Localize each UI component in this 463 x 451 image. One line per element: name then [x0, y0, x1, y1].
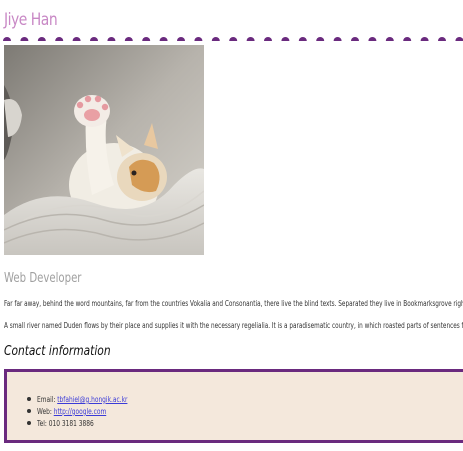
tel-value: 010 3181 3886: [48, 418, 94, 428]
divider-dot: [264, 37, 272, 41]
divider-dot: [90, 37, 98, 41]
tel-label: Tel:: [37, 418, 49, 428]
divider-dot: [420, 37, 429, 41]
divider-dot: [246, 37, 255, 41]
divider-dot: [438, 37, 446, 41]
divider-dot: [368, 37, 377, 41]
divider-dot: [55, 37, 64, 41]
job-title: Web Developer: [4, 271, 82, 286]
divider-dot: [229, 37, 238, 41]
divider-dot: [107, 37, 116, 41]
profile-page: Jiye Han Web Developer Far far away, beh…: [0, 0, 463, 451]
divider-dot: [142, 37, 151, 41]
second-paragraph: A small river named Duden flows by their…: [4, 320, 463, 330]
divider-dot: [124, 37, 133, 41]
email-link[interactable]: tbfahiel@g.hongik.ac.kr: [57, 394, 127, 404]
divider-dot: [403, 37, 412, 41]
divider-dot: [298, 37, 307, 41]
divider-dot: [20, 37, 29, 41]
bullet-icon: [27, 409, 31, 413]
divider-dot: [159, 37, 168, 41]
divider-dot: [281, 37, 290, 41]
contact-box: Email: tbfahiel@g.hongik.ac.kr Web: http…: [4, 369, 463, 443]
divider-dot: [455, 37, 463, 41]
page-title: Jiye Han: [4, 10, 58, 30]
intro-paragraph: Far far away, behind the word mountains,…: [4, 298, 463, 308]
divider-dot: [333, 37, 342, 41]
divider-dot: [3, 37, 11, 41]
web-label: Web:: [37, 406, 54, 416]
dotted-divider: [2, 31, 463, 41]
bullet-icon: [27, 421, 31, 425]
divider-dot: [177, 37, 185, 41]
divider-dot: [194, 37, 203, 41]
divider-dot: [351, 37, 359, 41]
divider-dot: [316, 37, 325, 41]
divider-dot: [72, 37, 81, 41]
divider-dot: [37, 37, 46, 41]
email-label: Email:: [37, 394, 58, 404]
divider-dot: [385, 37, 394, 41]
contact-heading: Contact information: [4, 344, 111, 359]
profile-photo: [4, 45, 204, 255]
web-link[interactable]: http://google.com: [54, 406, 106, 416]
divider-dot: [211, 37, 220, 41]
bullet-icon: [27, 397, 31, 401]
